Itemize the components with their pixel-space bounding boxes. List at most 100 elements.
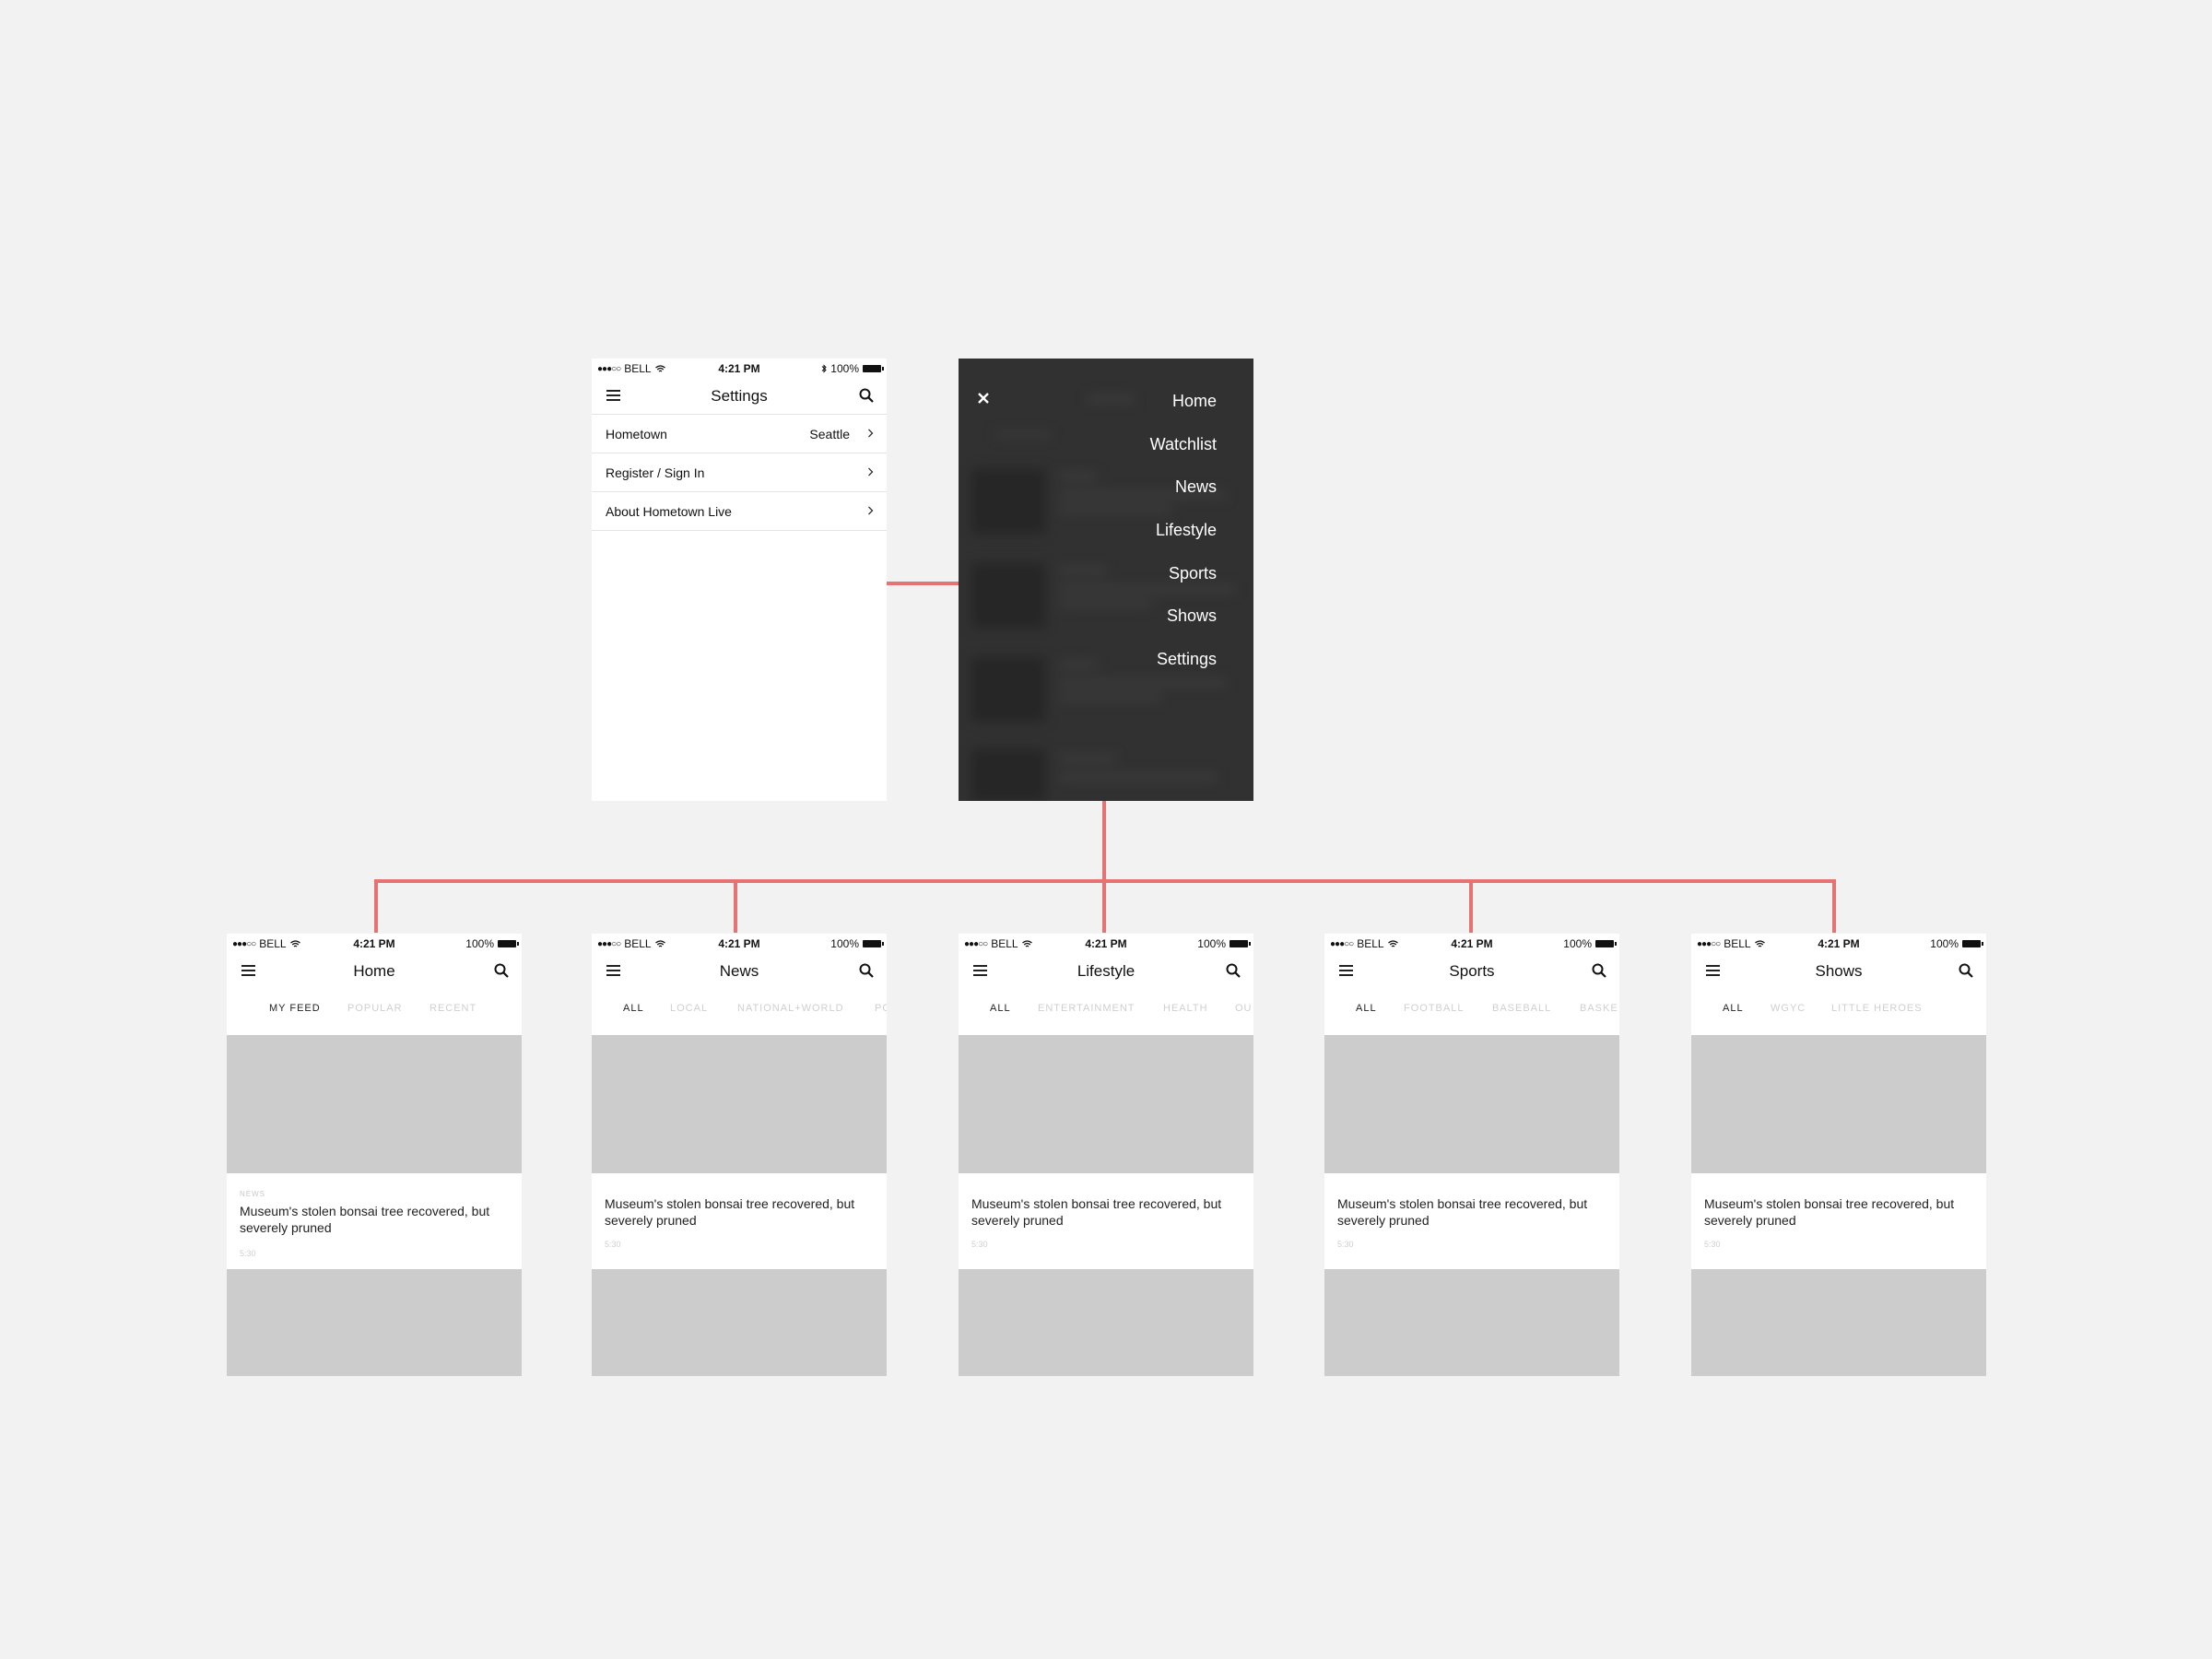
menu-item-home[interactable]: Home xyxy=(1150,392,1217,435)
story-time: 5:30 xyxy=(1704,1240,1721,1249)
status-bar: ●●●○○ BELL 4:21 PM 100% xyxy=(959,934,1253,952)
status-bar: ●●●○○ BELL 4:21 PM 100% xyxy=(592,359,887,377)
status-bar: ●●●○○ BELL 4:21 PM 100% xyxy=(1324,934,1619,952)
category-tabs: MY FEED POPULAR RECENT xyxy=(227,989,522,1026)
page-title: Sports xyxy=(1449,962,1495,980)
menu-item-sports[interactable]: Sports xyxy=(1150,564,1217,607)
battery-icon xyxy=(1230,940,1251,947)
tab-po[interactable]: PO xyxy=(875,1003,887,1014)
tab-all[interactable]: ALL xyxy=(1723,1003,1744,1014)
tab-baske[interactable]: BASKE xyxy=(1580,1003,1618,1014)
menu-item-lifestyle[interactable]: Lifestyle xyxy=(1150,521,1217,564)
tab-health[interactable]: HEALTH xyxy=(1163,1003,1208,1014)
hero-image-placeholder[interactable] xyxy=(592,1035,887,1173)
hero-image-placeholder[interactable] xyxy=(227,1035,522,1173)
menu-screen: Home Watchlist News Lifestyle Sports Sho… xyxy=(959,359,1253,801)
tab-ou[interactable]: OU xyxy=(1235,1003,1253,1014)
story-headline: Museum's stolen bonsai tree recovered, b… xyxy=(240,1204,490,1235)
search-icon[interactable] xyxy=(1592,963,1606,978)
tab-all[interactable]: ALL xyxy=(623,1003,644,1014)
page-title: Home xyxy=(353,962,395,980)
side-menu: Home Watchlist News Lifestyle Sports Sho… xyxy=(1150,392,1217,693)
tab-local[interactable]: LOCAL xyxy=(670,1003,708,1014)
page-title: News xyxy=(719,962,759,980)
story-card[interactable]: Museum's stolen bonsai tree recovered, b… xyxy=(1324,1173,1619,1269)
battery-percent: 100% xyxy=(465,937,494,950)
story-headline: Museum's stolen bonsai tree recovered, b… xyxy=(605,1196,855,1228)
next-story-image-placeholder[interactable] xyxy=(227,1269,522,1376)
search-icon[interactable] xyxy=(1226,963,1241,978)
tab-all[interactable]: ALL xyxy=(990,1003,1011,1014)
feed-screen-sports: ●●●○○ BELL 4:21 PM 100% Sports ALL FOOTBA… xyxy=(1324,934,1619,1376)
category-tabs: ALL WGYC LITTLE HEROES xyxy=(1691,989,1986,1026)
search-icon[interactable] xyxy=(859,388,874,403)
next-story-image-placeholder[interactable] xyxy=(1691,1269,1986,1376)
menu-item-shows[interactable]: Shows xyxy=(1150,606,1217,650)
menu-item-news[interactable]: News xyxy=(1150,477,1217,521)
settings-row-label: Hometown xyxy=(606,427,667,441)
story-card[interactable]: NEWS Museum's stolen bonsai tree recover… xyxy=(227,1173,522,1269)
battery-percent: 100% xyxy=(830,937,859,950)
nav-bar: News xyxy=(592,952,887,989)
story-headline: Museum's stolen bonsai tree recovered, b… xyxy=(971,1196,1222,1228)
settings-row-about[interactable]: About Hometown Live xyxy=(592,492,887,531)
nav-bar: Lifestyle xyxy=(959,952,1253,989)
story-category: NEWS xyxy=(240,1190,265,1198)
bluetooth-icon xyxy=(821,364,828,373)
tab-little-heroes[interactable]: LITTLE HEROES xyxy=(1831,1003,1923,1014)
category-tabs: ALL LOCAL NATIONAL+WORLD PO xyxy=(592,989,887,1026)
battery-percent: 100% xyxy=(1563,937,1592,950)
story-card[interactable]: Museum's stolen bonsai tree recovered, b… xyxy=(592,1173,887,1269)
page-title: Lifestyle xyxy=(1077,962,1135,980)
settings-row-label: Register / Sign In xyxy=(606,465,705,480)
flow-connectors xyxy=(374,582,1836,933)
battery-percent: 100% xyxy=(1197,937,1226,950)
menu-item-settings[interactable]: Settings xyxy=(1150,650,1217,693)
close-icon[interactable] xyxy=(977,392,990,405)
nav-bar: Settings xyxy=(592,377,887,415)
tab-football[interactable]: FOOTBALL xyxy=(1404,1003,1464,1014)
story-time: 5:30 xyxy=(240,1249,256,1258)
hero-image-placeholder[interactable] xyxy=(959,1035,1253,1173)
category-tabs: ALL ENTERTAINMENT HEALTH OU xyxy=(959,989,1253,1026)
feed-screen-home: ●●●○○ BELL 4:21 PM 100% Home MY FEED POPU… xyxy=(227,934,522,1376)
tab-my-feed[interactable]: MY FEED xyxy=(269,1003,321,1014)
chevron-right-icon xyxy=(868,429,874,438)
tab-entertainment[interactable]: ENTERTAINMENT xyxy=(1038,1003,1135,1014)
story-headline: Museum's stolen bonsai tree recovered, b… xyxy=(1704,1196,1955,1228)
page-title: Settings xyxy=(711,387,768,405)
search-icon[interactable] xyxy=(1959,963,1973,978)
tab-wgyc[interactable]: WGYC xyxy=(1771,1003,1806,1014)
next-story-image-placeholder[interactable] xyxy=(959,1269,1253,1376)
search-icon[interactable] xyxy=(859,963,874,978)
settings-screen: ●●●○○ BELL 4:21 PM 100% Settings Hometow… xyxy=(592,359,887,801)
nav-bar: Sports xyxy=(1324,952,1619,989)
nav-bar: Shows xyxy=(1691,952,1986,989)
nav-bar: Home xyxy=(227,952,522,989)
tab-popular[interactable]: POPULAR xyxy=(347,1003,403,1014)
next-story-image-placeholder[interactable] xyxy=(592,1269,887,1376)
tab-all[interactable]: ALL xyxy=(1356,1003,1377,1014)
page-title: Shows xyxy=(1815,962,1863,980)
tab-recent[interactable]: RECENT xyxy=(429,1003,477,1014)
settings-row-hometown[interactable]: Hometown Seattle xyxy=(592,415,887,453)
battery-icon xyxy=(863,365,884,372)
story-time: 5:30 xyxy=(971,1240,988,1249)
settings-row-register[interactable]: Register / Sign In xyxy=(592,453,887,492)
next-story-image-placeholder[interactable] xyxy=(1324,1269,1619,1376)
story-card[interactable]: Museum's stolen bonsai tree recovered, b… xyxy=(959,1173,1253,1269)
hero-image-placeholder[interactable] xyxy=(1691,1035,1986,1173)
status-bar: ●●●○○ BELL 4:21 PM 100% xyxy=(1691,934,1986,952)
feed-screen-shows: ●●●○○ BELL 4:21 PM 100% Shows ALL WGYC LIT… xyxy=(1691,934,1986,1376)
hero-image-placeholder[interactable] xyxy=(1324,1035,1619,1173)
feed-screen-lifestyle: ●●●○○ BELL 4:21 PM 100% Lifestyle ALL ENT… xyxy=(959,934,1253,1376)
chevron-right-icon xyxy=(868,506,874,515)
chevron-right-icon xyxy=(868,467,874,477)
feed-screen-news: ●●●○○ BELL 4:21 PM 100% News ALL LOCAL NAT… xyxy=(592,934,887,1376)
story-card[interactable]: Museum's stolen bonsai tree recovered, b… xyxy=(1691,1173,1986,1269)
tab-national-world[interactable]: NATIONAL+WORLD xyxy=(737,1003,844,1014)
tab-baseball[interactable]: BASEBALL xyxy=(1492,1003,1551,1014)
search-icon[interactable] xyxy=(494,963,509,978)
menu-item-watchlist[interactable]: Watchlist xyxy=(1150,435,1217,478)
story-time: 5:30 xyxy=(605,1240,621,1249)
